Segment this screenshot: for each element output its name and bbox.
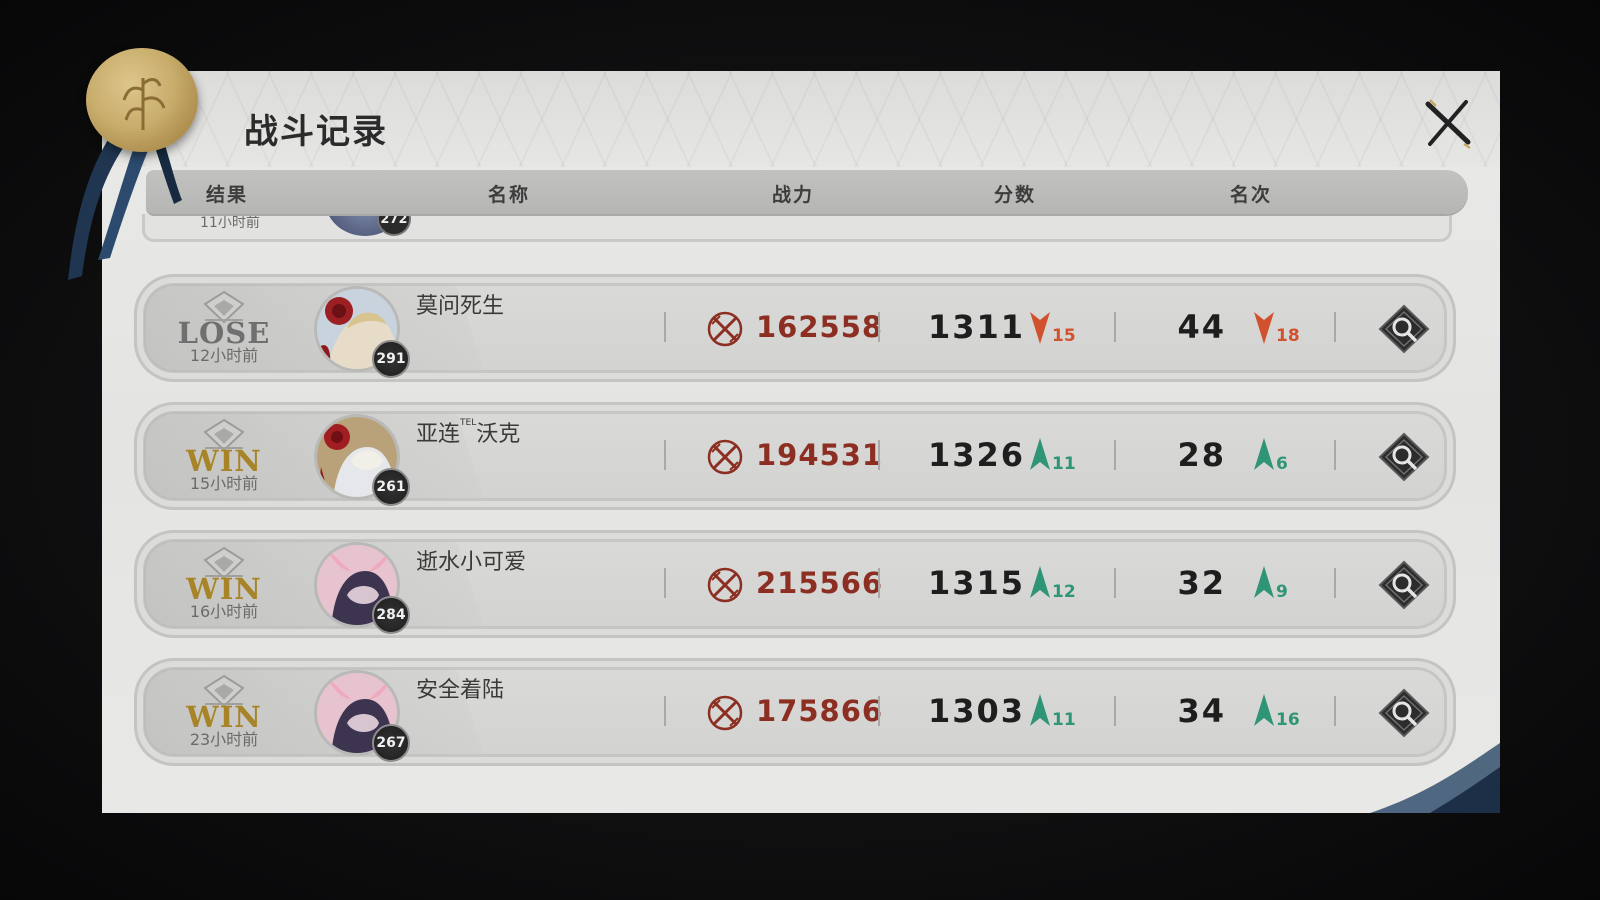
- power-icon-wrap: [706, 438, 744, 476]
- level-badge: 272: [377, 214, 411, 236]
- column-divider: [1334, 696, 1336, 726]
- view-battle-button[interactable]: [1378, 304, 1430, 354]
- table-row: WIN 15小时前 261 亚连TEL沃克 194531 1326 11 28 …: [134, 402, 1456, 510]
- column-divider: [878, 568, 880, 598]
- magnifier-icon: [1378, 432, 1430, 482]
- crossed-swords-icon: [707, 311, 743, 347]
- score-change: 11: [1030, 438, 1090, 478]
- column-divider: [1334, 312, 1336, 342]
- rank-value: 28: [1177, 436, 1226, 474]
- rank-value: 32: [1177, 564, 1226, 602]
- column-header-score: 分数: [994, 184, 1037, 206]
- score-delta: 11: [1052, 710, 1076, 730]
- result-cell: WIN 16小时前: [174, 546, 274, 622]
- score-delta: 12: [1052, 582, 1076, 602]
- score-change: 12: [1030, 566, 1090, 606]
- close-button[interactable]: [1420, 96, 1476, 152]
- score-value: 1303: [928, 692, 1026, 730]
- magnifier-icon: [1378, 304, 1430, 354]
- column-header-rank: 名次: [1230, 184, 1273, 206]
- name-tag: TEL: [460, 418, 477, 428]
- level-badge: 291: [372, 340, 410, 378]
- level-badge: 284: [372, 596, 410, 634]
- rank-change: 18: [1254, 310, 1314, 350]
- table-row: WIN 16小时前 284 逝水小可爱 215566 1315 12 32 9: [134, 530, 1456, 638]
- player-name: 亚连TEL沃克: [416, 418, 521, 447]
- result-label: WIN: [186, 700, 262, 734]
- power-icon-wrap: [706, 694, 744, 732]
- column-divider: [664, 696, 666, 726]
- crossed-swords-icon: [707, 695, 743, 731]
- score-change: 11: [1030, 694, 1090, 734]
- power-icon-wrap: [706, 566, 744, 604]
- column-divider: [664, 440, 666, 470]
- table-row: LOSE 12小时前 291 莫问死生 162558 1311 15 44 18: [134, 274, 1456, 382]
- level-badge: 267: [372, 724, 410, 762]
- column-divider: [1334, 568, 1336, 598]
- score-delta: 11: [1052, 454, 1076, 474]
- power-icon-wrap: [706, 310, 744, 348]
- column-header-bar: 结果 名称 战力 分数 名次: [146, 170, 1468, 214]
- magnifier-icon: [1378, 688, 1430, 738]
- result-cell: WIN 15小时前: [174, 418, 274, 494]
- result-label: WIN: [186, 572, 262, 606]
- column-header-result: 结果: [206, 184, 249, 206]
- rank-delta: 16: [1276, 710, 1300, 730]
- rank-delta: 9: [1276, 582, 1288, 602]
- player-name: 逝水小可爱: [416, 550, 527, 575]
- avatar[interactable]: 267: [306, 666, 410, 762]
- level-badge: 261: [372, 468, 410, 506]
- column-divider: [1334, 440, 1336, 470]
- score-value: 1326: [928, 436, 1026, 474]
- magnifier-icon: [1378, 560, 1430, 610]
- column-divider: [878, 312, 880, 342]
- rank-change: 6: [1254, 438, 1314, 478]
- column-divider: [1114, 568, 1116, 598]
- column-divider: [1114, 312, 1116, 342]
- rank-delta: 18: [1276, 326, 1300, 346]
- player-name: 莫问死生: [416, 294, 505, 319]
- page-title: 战斗记录: [244, 112, 388, 152]
- view-battle-button[interactable]: [1378, 432, 1430, 482]
- result-label: LOSE: [177, 316, 271, 350]
- column-divider: [664, 568, 666, 598]
- avatar[interactable]: 261: [306, 410, 410, 506]
- column-header-power: 战力: [772, 184, 815, 206]
- column-divider: [1114, 696, 1116, 726]
- avatar[interactable]: 284: [306, 538, 410, 634]
- rank-change: 9: [1254, 566, 1314, 606]
- score-value: 1315: [928, 564, 1026, 602]
- rank-delta: 6: [1276, 454, 1288, 474]
- score-change: 15: [1030, 310, 1090, 350]
- partial-row-clipped: 11小时前 272: [142, 214, 1452, 242]
- column-divider: [1114, 440, 1116, 470]
- partial-row-time: 11小时前: [200, 215, 260, 231]
- power-value: 175866: [756, 694, 884, 728]
- column-divider: [664, 312, 666, 342]
- table-row: WIN 23小时前 267 安全着陆 175866 1303 11 34 16: [134, 658, 1456, 766]
- result-cell: WIN 23小时前: [174, 674, 274, 750]
- power-value: 215566: [756, 566, 884, 600]
- crossed-swords-icon: [707, 439, 743, 475]
- column-header-name: 名称: [488, 184, 531, 206]
- close-icon: [1425, 99, 1471, 149]
- rank-value: 34: [1177, 692, 1226, 730]
- view-battle-button[interactable]: [1378, 688, 1430, 738]
- rank-value: 44: [1177, 308, 1226, 346]
- column-divider: [878, 440, 880, 470]
- result-cell: LOSE 12小时前: [174, 290, 274, 366]
- score-value: 1311: [928, 308, 1026, 346]
- crossed-swords-icon: [707, 567, 743, 603]
- result-label: WIN: [186, 444, 262, 478]
- rank-change: 16: [1254, 694, 1314, 734]
- wax-seal-icon: [78, 44, 206, 156]
- power-value: 162558: [756, 310, 884, 344]
- avatar[interactable]: 291: [306, 282, 410, 378]
- score-delta: 15: [1052, 326, 1076, 346]
- view-battle-button[interactable]: [1378, 560, 1430, 610]
- power-value: 194531: [756, 438, 884, 472]
- column-divider: [878, 696, 880, 726]
- player-name: 安全着陆: [416, 678, 505, 703]
